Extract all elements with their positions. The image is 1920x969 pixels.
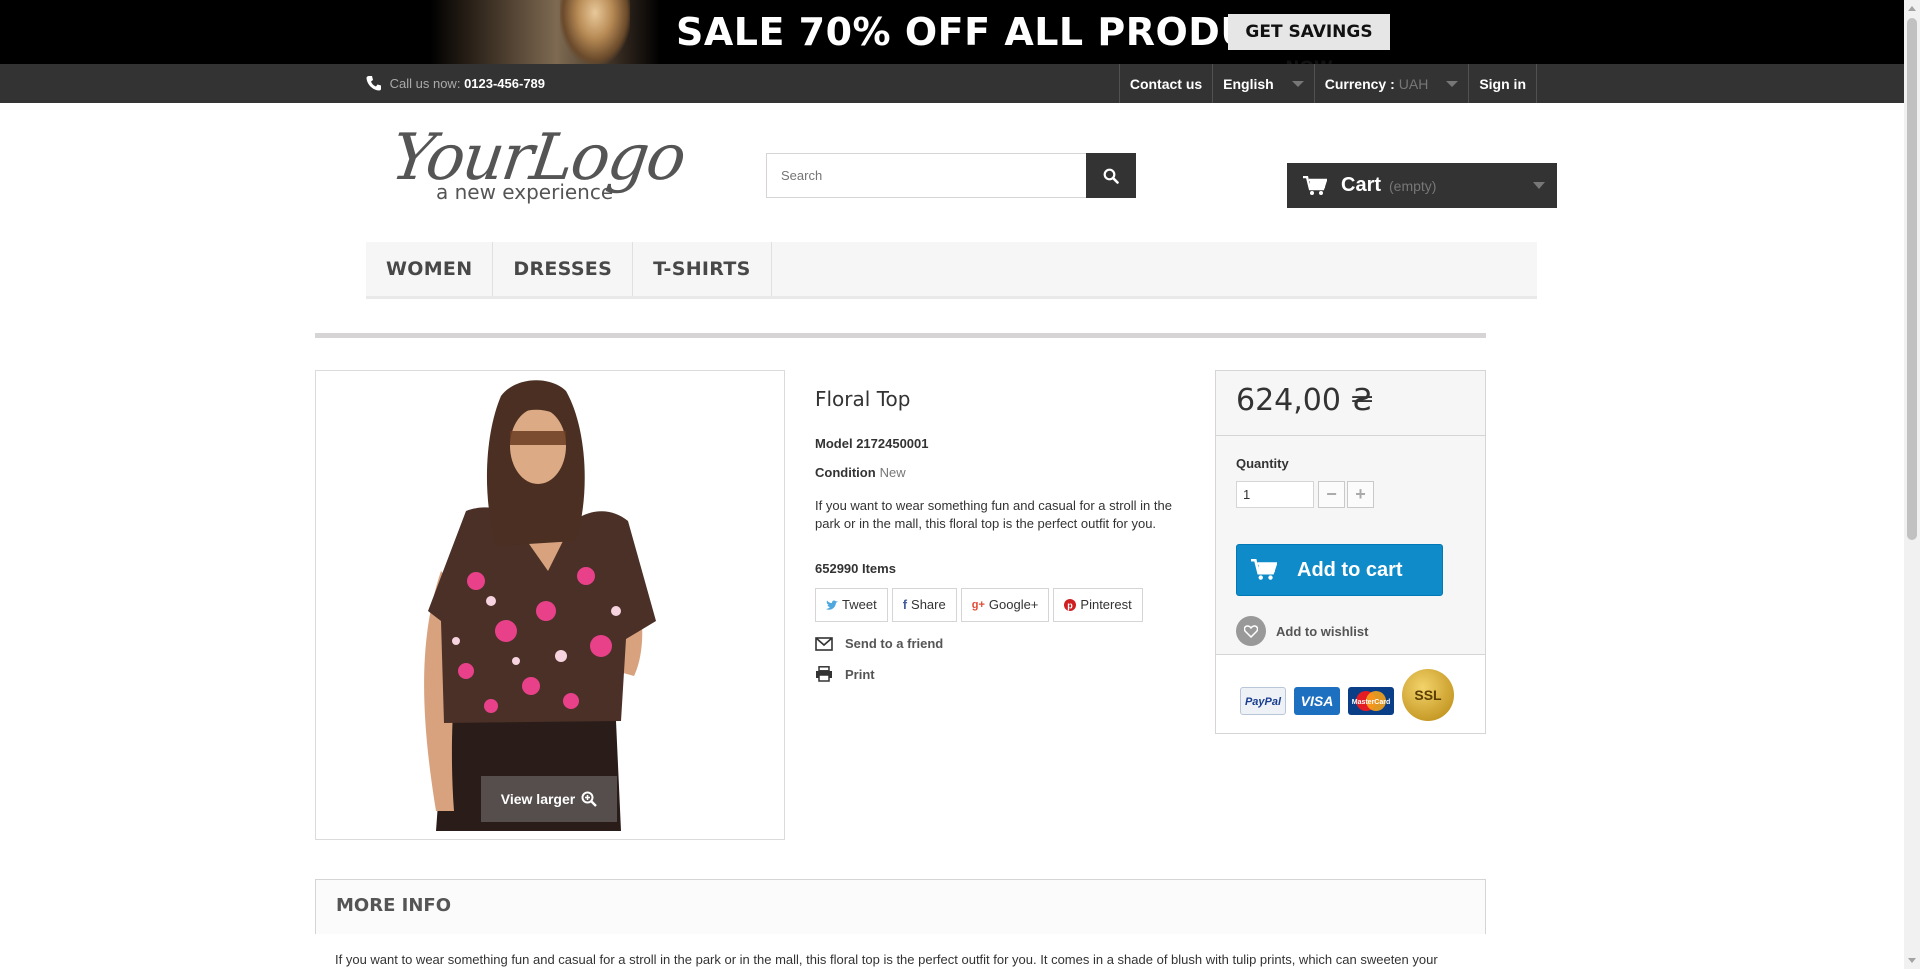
banner-model-image — [560, 0, 630, 64]
google-plus-button[interactable]: g+ Google+ — [960, 588, 1050, 622]
share-label: Share — [911, 597, 946, 612]
more-info-title: MORE INFO — [336, 895, 451, 916]
sign-in-label: Sign in — [1479, 75, 1526, 92]
menu-item-dresses[interactable]: DRESSES — [493, 242, 634, 296]
currency-selector[interactable]: Currency : UAH — [1313, 64, 1469, 103]
site-logo[interactable]: YourLogo a new experience — [387, 121, 689, 206]
promo-banner[interactable]: SALE 70% OFF ALL PRODUCTS GET SAVINGS NO… — [0, 0, 1904, 78]
search-icon — [1103, 168, 1119, 184]
send-friend-label: Send to a friend — [845, 636, 944, 651]
product-price: 624,00 ₴ — [1236, 383, 1374, 418]
twitter-icon — [826, 600, 838, 610]
pinterest-button[interactable]: p Pinterest — [1053, 588, 1143, 622]
phone-icon — [366, 76, 381, 91]
scrollbar-thumb[interactable] — [1907, 18, 1917, 540]
condition-value: New — [879, 465, 906, 480]
contact-us-label: Contact us — [1129, 75, 1203, 92]
get-savings-button[interactable]: GET SAVINGS NOW — [1228, 14, 1390, 78]
phone-number: 0123-456-789 — [464, 76, 546, 91]
sign-in-link[interactable]: Sign in — [1468, 64, 1537, 103]
ssl-badge: SSL — [1402, 669, 1454, 721]
payment-logos: PayPal VISA MasterCard SSL — [1216, 654, 1485, 733]
phone-info: Call us now: 0123-456-789 — [366, 75, 545, 91]
zoom-in-icon — [581, 791, 598, 807]
add-to-wishlist-link[interactable]: Add to wishlist — [1236, 616, 1368, 646]
condition-label: Condition — [815, 465, 876, 480]
pinterest-icon: p — [1064, 599, 1077, 611]
search-input[interactable] — [767, 154, 1086, 197]
contact-us-link[interactable]: Contact us — [1118, 64, 1212, 103]
product-model: Model 2172450001 — [815, 436, 929, 451]
page-scrollbar[interactable] — [1904, 0, 1920, 969]
quantity-label: Quantity — [1236, 456, 1289, 471]
envelope-icon — [815, 636, 833, 651]
cart-icon — [1303, 175, 1327, 195]
view-larger-button[interactable]: View larger — [481, 776, 617, 822]
quantity-input[interactable]: 1 — [1236, 481, 1314, 508]
print-link[interactable]: Print — [815, 666, 875, 682]
search-form — [766, 153, 1136, 198]
phone-label: Call us now: — [389, 76, 461, 91]
product-photo — [424, 380, 656, 831]
menu-item-tshirts[interactable]: T-SHIRTS — [633, 242, 772, 296]
facebook-icon: f — [902, 597, 908, 612]
model-label: Model — [815, 436, 853, 451]
google-plus-icon: g+ — [971, 599, 985, 611]
chevron-down-icon — [1446, 80, 1459, 87]
currency-value: UAH — [1398, 75, 1429, 92]
price-area: 624,00 ₴ — [1216, 371, 1485, 436]
quantity-decrease-button[interactable]: − — [1318, 481, 1345, 508]
google-label: Google+ — [988, 597, 1039, 612]
cart-button[interactable]: Cart (empty) — [1287, 163, 1557, 208]
top-bar: Call us now: 0123-456-789 Contact us Eng… — [0, 64, 1904, 103]
product-short-description: If you want to wear something fun and ca… — [815, 498, 1172, 531]
view-larger-label: View larger — [500, 791, 576, 807]
scroll-up-arrow-icon[interactable] — [1908, 6, 1916, 11]
top-nav: Contact us English Currency : UAH Sign i… — [1118, 64, 1537, 103]
mastercard-label: MasterCard — [1352, 699, 1391, 706]
main-menu: WOMEN DRESSES T-SHIRTS — [366, 242, 1537, 299]
more-info-section: MORE INFO — [315, 879, 1486, 934]
social-share: Tweet f Share g+ Google+ p Pinterest — [815, 588, 1143, 622]
quantity-increase-button[interactable]: + — [1347, 481, 1374, 508]
model-value: 2172450001 — [856, 436, 929, 451]
pinterest-label: Pinterest — [1080, 597, 1132, 612]
send-to-friend-link[interactable]: Send to a friend — [815, 636, 943, 651]
product-title: Floral Top — [815, 387, 911, 411]
tweet-button[interactable]: Tweet — [815, 588, 888, 622]
currency-label: Currency : — [1324, 75, 1395, 92]
stock-quantity: 652990 Items — [815, 561, 896, 576]
more-info-text: If you want to wear something fun and ca… — [335, 952, 1438, 967]
cart-status: (empty) — [1389, 177, 1437, 194]
facebook-share-button[interactable]: f Share — [891, 588, 957, 622]
svg-text:p: p — [1068, 601, 1074, 611]
menu-item-women[interactable]: WOMEN — [366, 242, 494, 296]
add-to-cart-label: Add to cart — [1297, 558, 1403, 581]
mastercard-logo: MasterCard — [1348, 687, 1394, 715]
cart-label: Cart — [1341, 174, 1382, 196]
language-selector[interactable]: English — [1212, 64, 1314, 103]
add-to-cart-button[interactable]: Add to cart — [1236, 544, 1443, 596]
paypal-logo: PayPal — [1240, 687, 1286, 715]
product-condition: Condition New — [815, 465, 906, 480]
print-icon — [816, 666, 832, 682]
scroll-down-arrow-icon[interactable] — [1908, 958, 1916, 963]
logo-tagline: a new experience — [436, 180, 614, 204]
tweet-label: Tweet — [842, 597, 877, 612]
chevron-down-icon — [1533, 182, 1545, 189]
search-button[interactable] — [1086, 153, 1136, 198]
cart-icon — [1251, 559, 1277, 580]
chevron-down-icon — [1291, 80, 1304, 87]
visa-logo: VISA — [1294, 687, 1340, 715]
wishlist-label: Add to wishlist — [1276, 623, 1369, 639]
language-value: English — [1223, 75, 1274, 92]
heart-icon — [1236, 616, 1266, 646]
print-label: Print — [845, 666, 875, 682]
buy-box: 624,00 ₴ Quantity 1 − + Add to cart Add … — [1215, 370, 1486, 734]
product-image[interactable]: View larger — [315, 370, 785, 840]
section-divider — [315, 333, 1486, 338]
